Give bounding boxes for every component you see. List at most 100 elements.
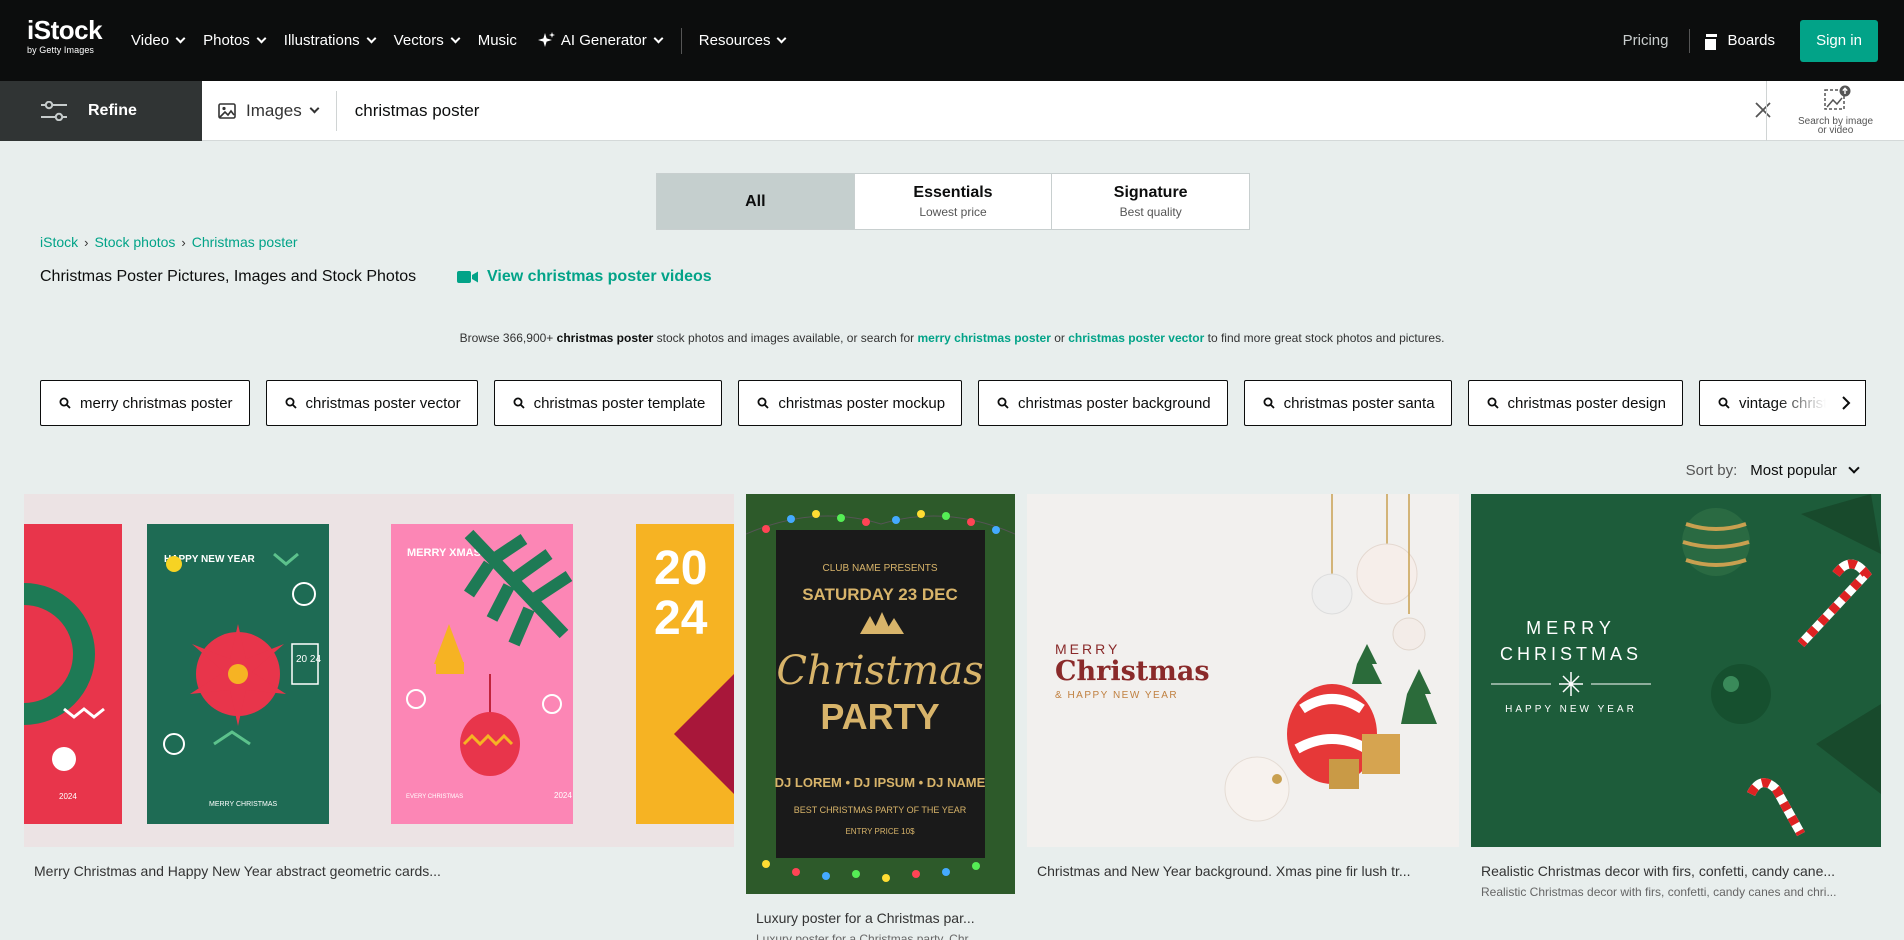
- result-image[interactable]: 2024 HAPPY NEW YEAR 20 24 MERRY CHRISTMA…: [24, 494, 734, 847]
- browse-middle: stock photos and images available, or se…: [653, 331, 918, 345]
- christmas-ornaments-image: MERRY Christmas & HAPPY NEW YEAR: [1027, 494, 1459, 847]
- nav-vectors[interactable]: Vectors: [394, 0, 461, 81]
- result-image[interactable]: MERRY Christmas & HAPPY NEW YEAR: [1027, 494, 1459, 847]
- search-icon: [513, 397, 525, 409]
- poster-entry-text: ENTRY PRICE 10$: [845, 827, 915, 836]
- result-caption[interactable]: Realistic Christmas decor with firs, con…: [1471, 863, 1881, 879]
- pricing-link[interactable]: Pricing: [1623, 32, 1669, 49]
- search-by-image-label-2: or video: [1817, 125, 1854, 136]
- nav-ai-generator-label: AI Generator: [560, 32, 647, 49]
- search-icon: [285, 397, 297, 409]
- bg-happy-text: & HAPPY NEW YEAR: [1055, 690, 1178, 701]
- chip-label: merry christmas poster: [80, 394, 233, 412]
- image-icon: [218, 102, 236, 119]
- search-type-dropdown[interactable]: Images: [202, 90, 337, 131]
- result-card[interactable]: MERRY CHRISTMAS HAPPY NEW YEAR Realistic…: [1471, 494, 1881, 899]
- nav-music-label: Music: [477, 32, 517, 49]
- license-tabs: All Essentials Lowest price Signature Best…: [656, 173, 1250, 230]
- image-search-icon: [1823, 85, 1850, 110]
- chips-next-button[interactable]: [1826, 380, 1866, 426]
- decor-happy-text: HAPPY NEW YEAR: [1505, 704, 1637, 715]
- result-caption[interactable]: Luxury poster for a Christmas par...: [746, 910, 1015, 926]
- browse-or: or: [1050, 331, 1069, 345]
- breadcrumb: iStock › Stock photos › Christmas poster: [40, 234, 298, 250]
- main-nav: Video Photos Illustrations Vectors Music…: [131, 0, 804, 81]
- chevron-down-icon: [175, 33, 186, 44]
- result-caption[interactable]: Merry Christmas and Happy New Year abstr…: [24, 863, 734, 879]
- related-search-chip[interactable]: christmas poster mockup: [738, 380, 963, 426]
- search-icon: [1718, 397, 1730, 409]
- poster-club-text: CLUB NAME PRESENTS: [822, 563, 937, 574]
- search-input[interactable]: [354, 100, 1455, 121]
- browse-link-christmas-poster-vector[interactable]: christmas poster vector: [1068, 331, 1204, 345]
- related-search-chip[interactable]: merry christmas poster: [40, 380, 250, 426]
- search-icon: [1263, 397, 1275, 409]
- chip-label: christmas poster santa: [1283, 394, 1435, 412]
- chevron-right-icon: [1841, 396, 1850, 410]
- breadcrumb-istock[interactable]: iStock: [40, 234, 78, 250]
- chevron-down-icon: [366, 33, 377, 44]
- tab-essentials-subtitle: Lowest price: [919, 205, 987, 219]
- result-image[interactable]: MERRY CHRISTMAS HAPPY NEW YEAR: [1471, 494, 1881, 847]
- sort-control[interactable]: Sort by: Most popular: [1685, 462, 1860, 479]
- result-subcaption: Luxury poster for a Christmas party. Chr…: [756, 932, 978, 940]
- sort-value: Most popular: [1750, 462, 1837, 479]
- chevron-down-icon: [653, 33, 664, 44]
- tab-signature[interactable]: Signature Best quality: [1052, 174, 1249, 229]
- refine-button[interactable]: Refine: [0, 81, 202, 141]
- breadcrumb-separator: ›: [84, 234, 89, 250]
- christmas-party-poster-image: CLUB NAME PRESENTS SATURDAY 23 DEC Chris…: [746, 494, 1015, 894]
- tab-signature-subtitle: Best quality: [1119, 205, 1182, 219]
- nav-music[interactable]: Music: [478, 0, 517, 81]
- search-box: Images Search by image or video: [202, 81, 1904, 141]
- search-type-label: Images: [246, 100, 302, 120]
- breadcrumb-christmas-poster[interactable]: Christmas poster: [192, 234, 298, 250]
- result-subcaption: Realistic Christmas decor with firs, con…: [1481, 885, 1837, 899]
- boards-link[interactable]: Boards: [1703, 32, 1775, 52]
- tab-all-label: All: [745, 192, 766, 210]
- related-search-chip[interactable]: christmas poster template: [493, 380, 723, 426]
- related-search-chip[interactable]: christmas poster vector: [265, 380, 478, 426]
- breadcrumb-stock-photos[interactable]: Stock photos: [94, 234, 175, 250]
- sign-in-button[interactable]: Sign in: [1800, 19, 1878, 62]
- nav-resources[interactable]: Resources: [699, 0, 787, 81]
- browse-link-merry-christmas-poster[interactable]: merry christmas poster: [917, 331, 1050, 345]
- breadcrumb-separator: ›: [181, 234, 186, 250]
- chip-label: christmas poster design: [1507, 394, 1666, 412]
- view-videos-link[interactable]: View christmas poster videos: [457, 268, 712, 286]
- related-search-chip[interactable]: christmas poster background: [978, 380, 1228, 426]
- card-year-text: 2024: [59, 792, 77, 801]
- result-image[interactable]: CLUB NAME PRESENTS SATURDAY 23 DEC Chris…: [746, 494, 1015, 894]
- related-searches: merry christmas poster christmas poster …: [40, 380, 1866, 426]
- search-by-image-button[interactable]: Search by image or video: [1766, 81, 1904, 141]
- refine-label: Refine: [88, 102, 137, 119]
- nav-video[interactable]: Video: [131, 0, 186, 81]
- chip-label: christmas poster vector: [305, 394, 461, 412]
- boards-icon: [1703, 33, 1719, 52]
- green-christmas-decor-image: MERRY CHRISTMAS HAPPY NEW YEAR: [1471, 494, 1881, 847]
- result-card[interactable]: 2024 HAPPY NEW YEAR 20 24 MERRY CHRISTMA…: [24, 494, 734, 879]
- chevron-down-icon: [450, 33, 461, 44]
- card-year-text-2: 2024: [554, 791, 572, 800]
- chips-fade: [1776, 381, 1826, 425]
- istock-logo[interactable]: iStock by Getty Images: [27, 16, 111, 58]
- related-search-chip[interactable]: christmas poster design: [1467, 380, 1683, 426]
- poster-party-text: PARTY: [820, 696, 939, 737]
- nav-photos[interactable]: Photos: [203, 0, 267, 81]
- result-card[interactable]: MERRY Christmas & HAPPY NEW YEAR Christm…: [1027, 494, 1459, 879]
- nav-ai-generator[interactable]: AI Generator: [536, 0, 664, 81]
- result-caption[interactable]: Christmas and New Year background. Xmas …: [1027, 863, 1459, 879]
- tab-all[interactable]: All: [657, 174, 855, 229]
- nav-illustrations[interactable]: Illustrations: [283, 0, 377, 81]
- result-card[interactable]: CLUB NAME PRESENTS SATURDAY 23 DEC Chris…: [746, 494, 1015, 940]
- chevron-down-icon: [309, 103, 320, 114]
- chevron-down-icon: [1848, 462, 1860, 474]
- tab-essentials[interactable]: Essentials Lowest price: [855, 174, 1053, 229]
- card-every-christmas-text: EVERY CHRISTMAS: [406, 794, 463, 800]
- nav-illustrations-label: Illustrations: [283, 32, 360, 49]
- geometric-cards-illustration: 2024 HAPPY NEW YEAR 20 24 MERRY CHRISTMA…: [24, 494, 734, 847]
- header-actions: Pricing Boards Sign in: [1623, 0, 1904, 81]
- related-search-chip[interactable]: christmas poster santa: [1243, 380, 1452, 426]
- sort-label: Sort by:: [1685, 462, 1738, 479]
- logo-tagline: by Getty Images: [27, 45, 95, 55]
